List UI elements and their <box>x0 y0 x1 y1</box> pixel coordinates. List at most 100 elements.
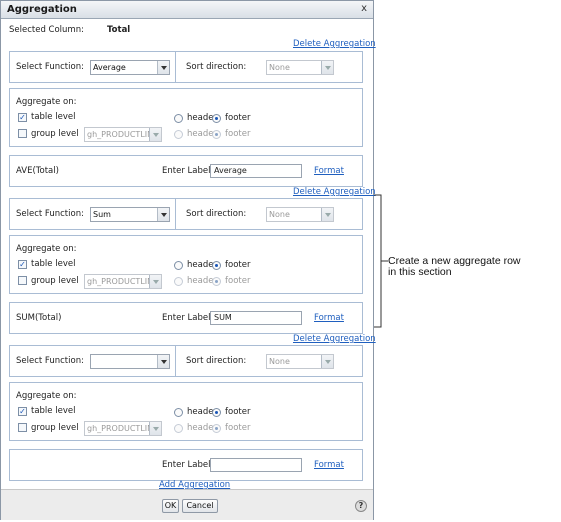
select-function-label: Select Function: <box>16 62 84 72</box>
group-level-checkbox-1[interactable] <box>18 129 27 138</box>
aggregate-expression-2: SUM(Total) <box>16 313 62 323</box>
aggregation-dialog: Aggregation x Selected Column: Total Del… <box>0 0 376 520</box>
sort-direction-select-2[interactable]: None <box>266 207 334 222</box>
group-level-checkbox-3[interactable] <box>18 423 27 432</box>
divider <box>175 52 176 82</box>
aggregate-on-section-1: Aggregate on: ✓ table level header foote… <box>9 88 363 147</box>
chevron-down-icon <box>321 61 333 74</box>
group-header-radio-1[interactable] <box>174 130 183 139</box>
table-level-label: table level <box>31 406 76 416</box>
label-row-2: SUM(Total) Enter Label: SUM Format <box>9 302 363 334</box>
cancel-button[interactable]: Cancel <box>182 499 218 513</box>
table-footer-radio-2[interactable] <box>212 261 221 270</box>
callout-line-2: in this section <box>388 266 452 278</box>
footer-label: footer <box>225 113 251 123</box>
format-link-2[interactable]: Format <box>314 313 344 323</box>
aggregate-on-section-3: Aggregate on: ✓ table level header foote… <box>9 382 363 441</box>
format-link-1[interactable]: Format <box>314 166 344 176</box>
delete-aggregation-link-3[interactable]: Delete Aggregation <box>293 334 376 344</box>
format-link-3[interactable]: Format <box>314 460 344 470</box>
label-input-3[interactable] <box>210 458 302 472</box>
table-header-radio-3[interactable] <box>174 408 183 417</box>
select-function-label: Select Function: <box>16 209 84 219</box>
chevron-down-icon <box>157 61 169 74</box>
dialog-title: Aggregation <box>7 4 77 15</box>
group-level-select-1[interactable]: gh_PRODUCTLIN <box>84 127 162 142</box>
group-footer-radio-2[interactable] <box>212 277 221 286</box>
function-select-value: Sum <box>93 210 111 219</box>
table-level-label: table level <box>31 112 76 122</box>
chevron-down-icon <box>321 355 333 368</box>
sort-direction-select-1[interactable]: None <box>266 60 334 75</box>
group-level-checkbox-2[interactable] <box>18 276 27 285</box>
group-header-radio-3[interactable] <box>174 424 183 433</box>
group-footer-radio-3[interactable] <box>212 424 221 433</box>
selected-column-label: Selected Column: <box>9 25 84 35</box>
enter-label-label: Enter Label: <box>162 166 214 176</box>
footer-label: footer <box>225 276 251 286</box>
aggregate-on-section-2: Aggregate on: ✓ table level header foote… <box>9 235 363 294</box>
function-row-2: Select Function: Sum Sort direction: Non… <box>9 198 363 230</box>
footer-label: footer <box>225 423 251 433</box>
selected-column-value: Total <box>107 25 131 35</box>
sort-direction-value: None <box>269 357 290 366</box>
group-level-label: group level <box>31 276 79 286</box>
delete-aggregation-link-2[interactable]: Delete Aggregation <box>293 187 376 197</box>
dialog-footer: OK Cancel ? <box>1 489 373 520</box>
function-select-value: Average <box>93 63 126 72</box>
group-level-label: group level <box>31 129 79 139</box>
table-header-radio-1[interactable] <box>174 114 183 123</box>
table-level-checkbox-2[interactable]: ✓ <box>18 260 27 269</box>
help-icon[interactable]: ? <box>355 500 367 512</box>
chevron-down-icon <box>149 128 161 141</box>
sort-direction-label: Sort direction: <box>186 62 247 72</box>
table-header-radio-2[interactable] <box>174 261 183 270</box>
divider <box>175 199 176 229</box>
label-input-2[interactable]: SUM <box>210 311 302 325</box>
table-footer-radio-1[interactable] <box>212 114 221 123</box>
aggregate-on-label: Aggregate on: <box>16 391 77 401</box>
table-level-label: table level <box>31 259 76 269</box>
chevron-down-icon <box>149 422 161 435</box>
table-footer-radio-3[interactable] <box>212 408 221 417</box>
table-level-checkbox-3[interactable]: ✓ <box>18 407 27 416</box>
chevron-down-icon <box>149 275 161 288</box>
section-bracket <box>374 194 388 328</box>
group-level-value: gh_PRODUCTLIN <box>87 277 154 286</box>
group-level-label: group level <box>31 423 79 433</box>
group-level-value: gh_PRODUCTLIN <box>87 130 154 139</box>
sort-direction-label: Sort direction: <box>186 209 247 219</box>
function-select-3[interactable] <box>90 354 170 369</box>
sort-direction-select-3[interactable]: None <box>266 354 334 369</box>
footer-label: footer <box>225 129 251 139</box>
label-row-1: AVE(Total) Enter Label: Average Format <box>9 155 363 187</box>
close-icon[interactable]: x <box>361 3 367 14</box>
function-select-1[interactable]: Average <box>90 60 170 75</box>
group-level-select-2[interactable]: gh_PRODUCTLIN <box>84 274 162 289</box>
aggregate-on-label: Aggregate on: <box>16 244 77 254</box>
footer-label: footer <box>225 260 251 270</box>
chevron-down-icon <box>157 208 169 221</box>
label-row-3: Enter Label: Format <box>9 449 363 481</box>
enter-label-label: Enter Label: <box>162 460 214 470</box>
group-level-value: gh_PRODUCTLIN <box>87 424 154 433</box>
group-footer-radio-1[interactable] <box>212 130 221 139</box>
chevron-down-icon <box>157 355 169 368</box>
ok-button[interactable]: OK <box>162 499 179 513</box>
function-row-3: Select Function: Sort direction: None <box>9 345 363 377</box>
function-select-2[interactable]: Sum <box>90 207 170 222</box>
footer-label: footer <box>225 407 251 417</box>
function-row-1: Select Function: Average Sort direction:… <box>9 51 363 83</box>
sort-direction-label: Sort direction: <box>186 356 247 366</box>
table-level-checkbox-1[interactable]: ✓ <box>18 113 27 122</box>
group-header-radio-2[interactable] <box>174 277 183 286</box>
chevron-down-icon <box>321 208 333 221</box>
callout-annotation: Create a new aggregate row in this secti… <box>388 256 521 278</box>
label-input-1[interactable]: Average <box>210 164 302 178</box>
delete-aggregation-link-1[interactable]: Delete Aggregation <box>293 39 376 49</box>
sort-direction-value: None <box>269 210 290 219</box>
enter-label-label: Enter Label: <box>162 313 214 323</box>
aggregate-expression-1: AVE(Total) <box>16 166 59 176</box>
group-level-select-3[interactable]: gh_PRODUCTLIN <box>84 421 162 436</box>
sort-direction-value: None <box>269 63 290 72</box>
